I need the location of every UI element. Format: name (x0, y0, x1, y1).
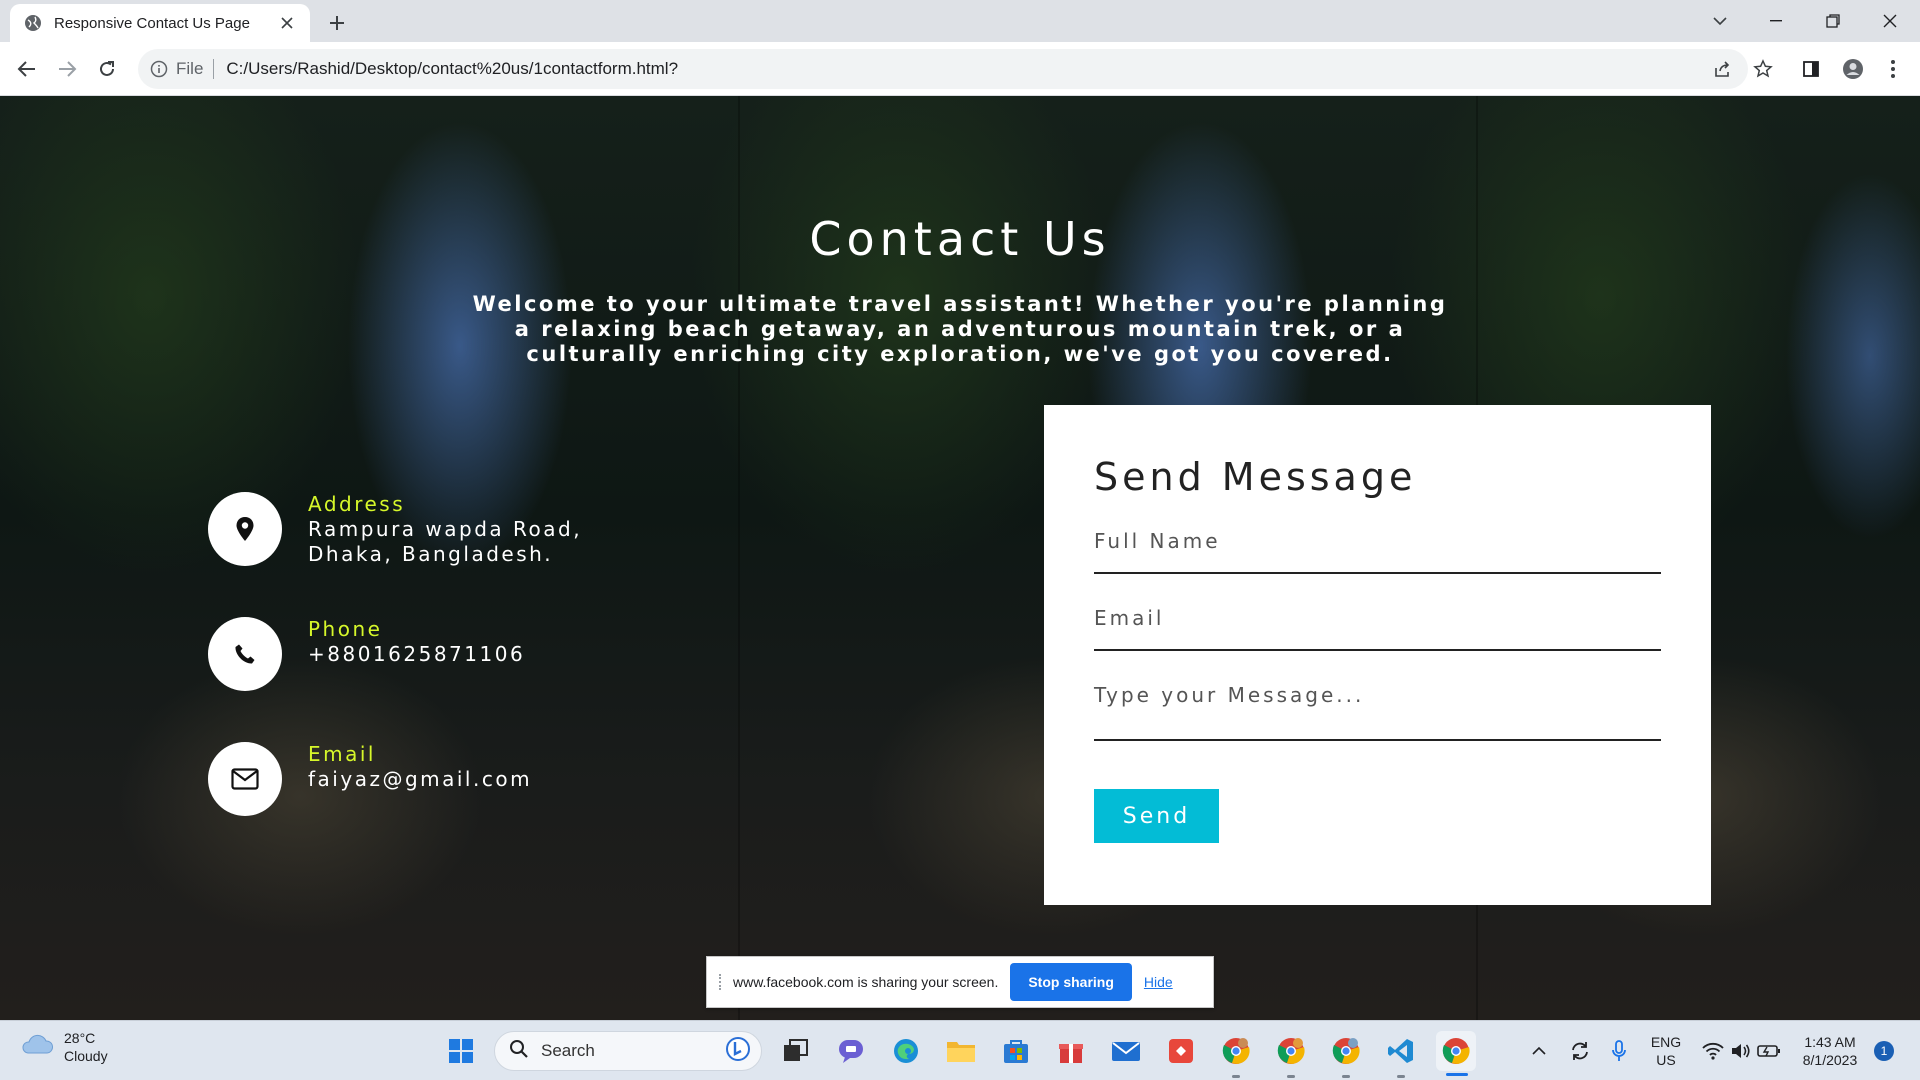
microphone-icon[interactable] (1606, 1021, 1632, 1080)
weather-temp: 28°C (64, 1030, 96, 1046)
clock-time: 1:43 AM (1804, 1034, 1856, 1050)
clock[interactable]: 1:43 AM 8/1/2023 (1795, 1021, 1865, 1080)
vscode-icon[interactable] (1381, 1031, 1421, 1071)
wifi-icon[interactable] (1700, 1021, 1726, 1080)
windows-taskbar: 28°C Cloudy Search ENG US 1:43 AM 8/1/20… (0, 1020, 1920, 1080)
notification-badge[interactable]: 1 (1874, 1041, 1894, 1061)
full-name-field[interactable]: Full Name (1094, 529, 1661, 574)
mail-icon[interactable] (1106, 1031, 1146, 1071)
gift-app-icon[interactable] (1051, 1031, 1091, 1071)
address-value: Rampura wapda Road, Dhaka, Bangladesh. (308, 517, 583, 566)
info-icon[interactable] (150, 60, 168, 78)
running-indicator (1287, 1075, 1295, 1078)
email-value: faiyaz@gmail.com (308, 767, 533, 791)
tab-search-chevron-icon[interactable] (1700, 6, 1740, 36)
phone-value: +8801625871106 (308, 642, 526, 666)
url-text[interactable]: C:/Users/Rashid/Desktop/contact%20us/1co… (226, 59, 678, 79)
search-icon (509, 1039, 529, 1064)
email-label: Email (308, 742, 376, 766)
send-button[interactable]: Send (1094, 789, 1219, 843)
active-app-indicator (1446, 1073, 1468, 1076)
email-field[interactable]: Email (1094, 606, 1661, 651)
search-label: Search (541, 1041, 595, 1060)
tab-title: Responsive Contact Us Page (54, 14, 250, 32)
hide-link[interactable]: Hide (1144, 974, 1173, 990)
address-label: Address (308, 492, 406, 516)
start-button[interactable] (441, 1031, 481, 1071)
task-view-icon[interactable] (776, 1031, 816, 1071)
weather-widget[interactable]: 28°C Cloudy (20, 1029, 108, 1065)
contact-phone: Phone +8801625871106 (208, 617, 668, 691)
browser-tab-bar: Responsive Contact Us Page (0, 0, 1920, 42)
restore-button[interactable] (1813, 6, 1853, 36)
forward-button[interactable] (52, 54, 82, 84)
message-form: Send Message Full Name Email Type your M… (1044, 405, 1711, 905)
running-indicator (1342, 1075, 1350, 1078)
minimize-button[interactable] (1756, 6, 1796, 36)
envelope-icon (208, 742, 282, 816)
back-button[interactable] (12, 54, 42, 84)
bing-icon[interactable] (725, 1036, 751, 1067)
browser-toolbar: File C:/Users/Rashid/Desktop/contact%20u… (0, 42, 1920, 96)
share-icon[interactable] (1708, 54, 1738, 84)
microsoft-store-icon[interactable] (996, 1031, 1036, 1071)
clock-date: 8/1/2023 (1802, 1052, 1858, 1068)
menu-kebab-icon[interactable] (1878, 54, 1908, 84)
screen-share-bar: www.facebook.com is sharing your screen.… (706, 956, 1214, 1008)
teams-chat-icon[interactable] (831, 1031, 871, 1071)
url-scheme-label: File (176, 59, 215, 79)
chrome-profile-2-icon[interactable] (1271, 1031, 1311, 1071)
cloud-icon (20, 1033, 54, 1061)
lang-top: ENG (1650, 1034, 1682, 1050)
volume-icon[interactable] (1728, 1021, 1754, 1080)
phone-icon (208, 617, 282, 691)
running-indicator (1232, 1075, 1240, 1078)
message-textarea[interactable]: Type your Message... (1094, 683, 1661, 741)
taskbar-search[interactable]: Search (494, 1031, 762, 1071)
share-status-text: www.facebook.com is sharing your screen. (733, 974, 999, 990)
globe-icon (24, 14, 42, 32)
form-title: Send Message (1094, 455, 1417, 499)
message-placeholder: Type your Message... (1094, 683, 1365, 707)
page-intro: Welcome to your ultimate travel assistan… (472, 292, 1448, 366)
drag-handle-icon[interactable] (719, 974, 723, 990)
anydesk-icon[interactable] (1161, 1031, 1201, 1071)
side-panel-icon[interactable] (1796, 54, 1826, 84)
browser-tab[interactable]: Responsive Contact Us Page (10, 4, 310, 42)
email-placeholder: Email (1094, 606, 1165, 630)
weather-desc: Cloudy (64, 1048, 108, 1064)
location-pin-icon (208, 492, 282, 566)
reload-button[interactable] (92, 54, 122, 84)
close-window-button[interactable] (1870, 6, 1910, 36)
chrome-profile-1-icon[interactable] (1216, 1031, 1256, 1071)
file-explorer-icon[interactable] (941, 1031, 981, 1071)
page-viewport: Contact Us Welcome to your ultimate trav… (0, 96, 1920, 1020)
page-title: Contact Us (809, 212, 1111, 266)
language-indicator[interactable]: ENG US (1646, 1021, 1686, 1080)
close-tab-icon[interactable] (278, 14, 296, 32)
profile-avatar-icon[interactable] (1838, 54, 1868, 84)
contact-address: Address Rampura wapda Road, Dhaka, Bangl… (208, 492, 668, 567)
bookmark-star-icon[interactable] (1748, 54, 1778, 84)
phone-label: Phone (308, 617, 383, 641)
show-hidden-icons-chevron-icon[interactable] (1526, 1021, 1552, 1080)
running-indicator (1397, 1075, 1405, 1078)
chrome-active-icon[interactable] (1436, 1031, 1476, 1071)
address-bar[interactable]: File C:/Users/Rashid/Desktop/contact%20u… (138, 49, 1748, 89)
lang-bottom: US (1656, 1052, 1676, 1068)
stop-sharing-button[interactable]: Stop sharing (1010, 963, 1132, 1001)
new-tab-button[interactable] (324, 10, 350, 36)
contact-email: Email faiyaz@gmail.com (208, 742, 668, 816)
sync-icon[interactable] (1565, 1021, 1595, 1080)
chrome-profile-3-icon[interactable] (1326, 1031, 1366, 1071)
full-name-placeholder: Full Name (1094, 529, 1221, 553)
edge-browser-icon[interactable] (886, 1031, 926, 1071)
battery-icon[interactable] (1756, 1021, 1782, 1080)
